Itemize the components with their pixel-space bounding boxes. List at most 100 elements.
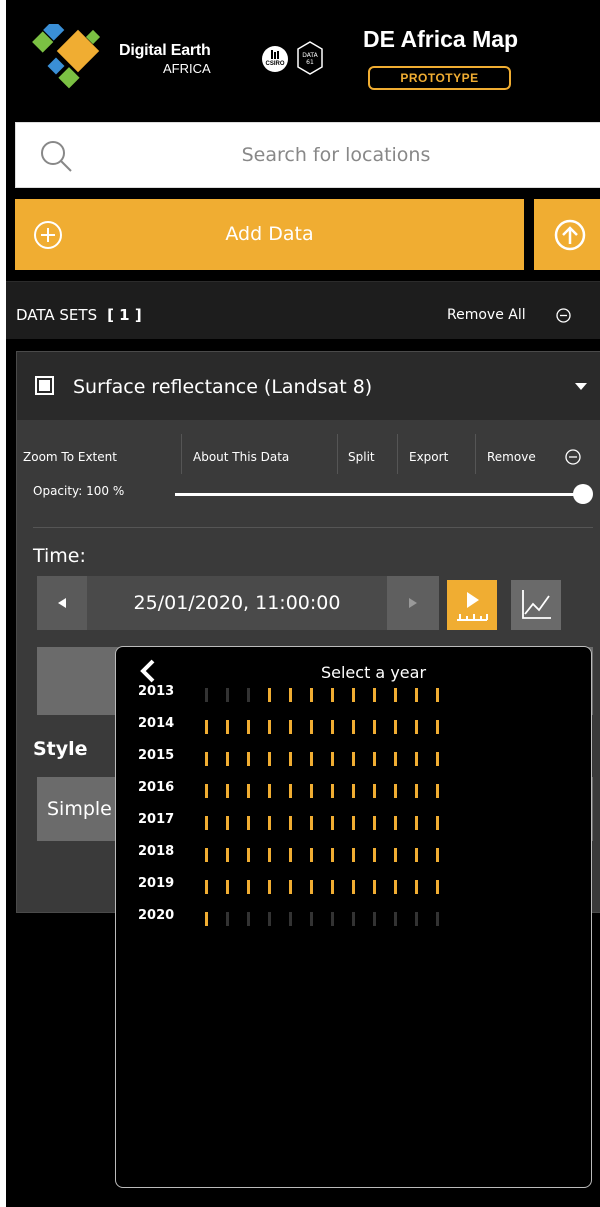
month-tick[interactable] <box>373 688 376 702</box>
month-tick[interactable] <box>226 816 229 830</box>
month-tick[interactable] <box>226 880 229 894</box>
month-tick[interactable] <box>394 816 397 830</box>
month-tick[interactable] <box>352 816 355 830</box>
month-tick[interactable] <box>205 848 208 862</box>
year-row-2018[interactable]: 2018 <box>138 844 578 868</box>
upload-button[interactable] <box>534 199 600 270</box>
month-tick[interactable] <box>247 912 250 926</box>
month-tick[interactable] <box>373 816 376 830</box>
month-tick[interactable] <box>247 752 250 766</box>
current-time-value[interactable]: 25/01/2020, 11:00:00 <box>87 576 387 630</box>
month-tick[interactable] <box>289 816 292 830</box>
previous-time-button[interactable] <box>37 576 87 630</box>
month-tick[interactable] <box>289 912 292 926</box>
month-tick[interactable] <box>352 912 355 926</box>
year-row-2014[interactable]: 2014 <box>138 716 578 740</box>
play-timeline-button[interactable] <box>447 580 497 630</box>
month-tick[interactable] <box>352 688 355 702</box>
month-tick[interactable] <box>247 816 250 830</box>
month-tick[interactable] <box>247 848 250 862</box>
export-button[interactable]: Export <box>409 450 448 464</box>
month-tick[interactable] <box>394 720 397 734</box>
year-row-2013[interactable]: 2013 <box>138 684 578 708</box>
month-tick[interactable] <box>436 816 439 830</box>
search-input[interactable] <box>96 137 576 173</box>
month-tick[interactable] <box>310 880 313 894</box>
month-tick[interactable] <box>247 688 250 702</box>
month-tick[interactable] <box>394 784 397 798</box>
month-tick[interactable] <box>310 688 313 702</box>
month-tick[interactable] <box>226 752 229 766</box>
month-tick[interactable] <box>268 816 271 830</box>
month-tick[interactable] <box>226 688 229 702</box>
month-tick[interactable] <box>205 880 208 894</box>
about-data-button[interactable]: About This Data <box>193 450 289 464</box>
month-tick[interactable] <box>415 784 418 798</box>
month-tick[interactable] <box>289 752 292 766</box>
month-tick[interactable] <box>352 784 355 798</box>
month-tick[interactable] <box>310 912 313 926</box>
month-tick[interactable] <box>331 784 334 798</box>
year-row-2020[interactable]: 2020 <box>138 908 578 932</box>
month-tick[interactable] <box>310 848 313 862</box>
dataset-visibility-checkbox[interactable] <box>35 376 54 395</box>
month-tick[interactable] <box>352 880 355 894</box>
month-tick[interactable] <box>289 688 292 702</box>
month-tick[interactable] <box>331 848 334 862</box>
month-tick[interactable] <box>289 848 292 862</box>
month-tick[interactable] <box>226 848 229 862</box>
month-tick[interactable] <box>268 848 271 862</box>
month-tick[interactable] <box>436 752 439 766</box>
next-time-button[interactable] <box>387 576 439 630</box>
month-tick[interactable] <box>436 912 439 926</box>
month-tick[interactable] <box>268 752 271 766</box>
month-tick[interactable] <box>289 784 292 798</box>
caret-down-icon[interactable] <box>574 381 588 391</box>
month-tick[interactable] <box>289 720 292 734</box>
year-row-2019[interactable]: 2019 <box>138 876 578 900</box>
month-tick[interactable] <box>373 720 376 734</box>
month-tick[interactable] <box>205 752 208 766</box>
month-tick[interactable] <box>394 752 397 766</box>
minus-circle-icon[interactable] <box>556 308 571 323</box>
dataset-card-header[interactable]: Surface reflectance (Landsat 8) <box>17 352 600 420</box>
opacity-slider-track[interactable] <box>175 493 583 496</box>
month-tick[interactable] <box>268 720 271 734</box>
remove-all-button[interactable]: Remove All <box>447 282 526 348</box>
month-tick[interactable] <box>205 784 208 798</box>
month-tick[interactable] <box>310 752 313 766</box>
month-tick[interactable] <box>415 688 418 702</box>
month-tick[interactable] <box>226 784 229 798</box>
month-tick[interactable] <box>247 880 250 894</box>
month-tick[interactable] <box>394 912 397 926</box>
month-tick[interactable] <box>373 784 376 798</box>
month-tick[interactable] <box>226 912 229 926</box>
month-tick[interactable] <box>415 720 418 734</box>
month-tick[interactable] <box>415 816 418 830</box>
month-tick[interactable] <box>331 720 334 734</box>
opacity-slider-handle[interactable] <box>573 484 593 504</box>
month-tick[interactable] <box>331 912 334 926</box>
month-tick[interactable] <box>310 816 313 830</box>
month-tick[interactable] <box>373 912 376 926</box>
month-tick[interactable] <box>436 720 439 734</box>
month-tick[interactable] <box>436 688 439 702</box>
month-tick[interactable] <box>373 752 376 766</box>
month-tick[interactable] <box>268 880 271 894</box>
year-row-2017[interactable]: 2017 <box>138 812 578 836</box>
minus-circle-icon[interactable] <box>565 449 581 465</box>
month-tick[interactable] <box>436 848 439 862</box>
month-tick[interactable] <box>352 720 355 734</box>
month-tick[interactable] <box>310 784 313 798</box>
add-data-button[interactable]: Add Data <box>15 199 524 270</box>
year-row-2016[interactable]: 2016 <box>138 780 578 804</box>
month-tick[interactable] <box>415 880 418 894</box>
remove-button[interactable]: Remove <box>487 450 536 464</box>
month-tick[interactable] <box>331 816 334 830</box>
month-tick[interactable] <box>394 688 397 702</box>
month-tick[interactable] <box>436 880 439 894</box>
month-tick[interactable] <box>205 720 208 734</box>
month-tick[interactable] <box>310 720 313 734</box>
month-tick[interactable] <box>373 880 376 894</box>
zoom-to-extent-button[interactable]: Zoom To Extent <box>23 450 117 464</box>
